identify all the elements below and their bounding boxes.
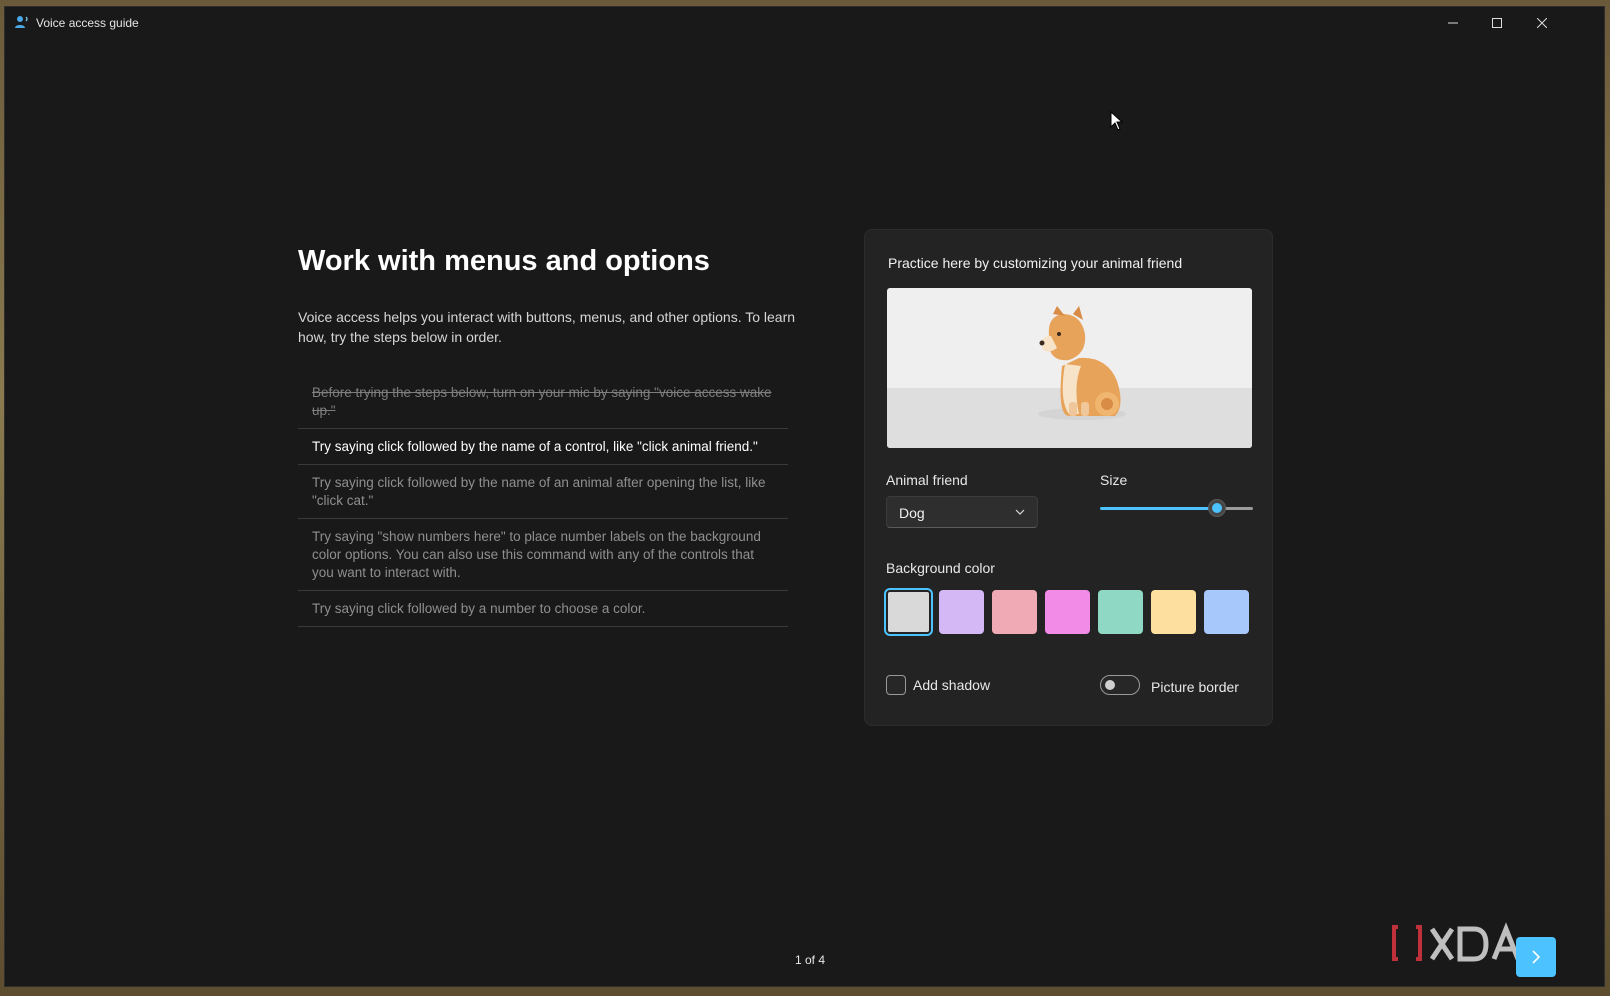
- step-item: Try saying click followed by the name of…: [298, 465, 788, 519]
- close-icon: [1537, 18, 1547, 28]
- step-item: Try saying click followed by the name of…: [298, 429, 788, 465]
- background-color-options: [884, 588, 1249, 636]
- steps-list: Before trying the steps below, turn on y…: [298, 375, 788, 627]
- step-item: Try saying click followed by a number to…: [298, 591, 788, 627]
- add-shadow-checkbox[interactable]: [886, 675, 906, 695]
- voice-access-guide-window: Voice access guide Work with menus and o…: [4, 6, 1605, 987]
- add-shadow-label: Add shadow: [913, 677, 991, 693]
- mouse-pointer-icon: [1110, 111, 1124, 131]
- maximize-button[interactable]: [1474, 7, 1520, 39]
- slider-track-filled: [1100, 507, 1210, 510]
- background-color-swatch[interactable]: [1204, 590, 1249, 634]
- title-bar: Voice access guide: [5, 7, 1604, 39]
- slider-thumb[interactable]: [1208, 499, 1226, 517]
- background-color-swatch[interactable]: [992, 590, 1037, 634]
- picture-border-toggle[interactable]: [1100, 675, 1140, 695]
- background-color-swatch[interactable]: [1098, 590, 1143, 634]
- step-item: Try saying "show numbers here" to place …: [298, 519, 788, 591]
- next-page-button[interactable]: [1516, 937, 1556, 977]
- chevron-right-icon: [1532, 950, 1541, 964]
- minimize-button[interactable]: [1430, 7, 1476, 39]
- animal-friend-value: Dog: [899, 505, 925, 521]
- voice-access-app-icon: [15, 16, 28, 28]
- size-label: Size: [1100, 472, 1128, 488]
- picture-border-label: Picture border: [1151, 679, 1239, 695]
- page-heading: Work with menus and options: [298, 245, 710, 277]
- background-color-swatch[interactable]: [884, 588, 933, 636]
- animal-preview: [887, 288, 1252, 448]
- practice-panel: Practice here by customizing your animal…: [864, 229, 1273, 726]
- main-content: Work with menus and options Voice access…: [5, 39, 1604, 986]
- intro-text: Voice access helps you interact with but…: [298, 309, 796, 345]
- page-indicator: 1 of 4: [794, 953, 826, 967]
- chevron-down-icon: [1015, 509, 1025, 515]
- practice-title: Practice here by customizing your animal…: [888, 255, 1183, 271]
- background-color-label: Background color: [886, 560, 995, 576]
- animal-friend-label: Animal friend: [886, 472, 968, 488]
- dog-illustration: [1038, 306, 1126, 420]
- close-button[interactable]: [1519, 7, 1565, 39]
- maximize-icon: [1492, 18, 1502, 28]
- size-slider[interactable]: [1100, 496, 1253, 520]
- background-color-swatch[interactable]: [939, 590, 984, 634]
- window-title: Voice access guide: [36, 16, 139, 30]
- step-item: Before trying the steps below, turn on y…: [298, 375, 788, 429]
- background-color-swatch[interactable]: [1151, 590, 1196, 634]
- animal-friend-dropdown[interactable]: Dog: [886, 496, 1038, 528]
- background-color-swatch[interactable]: [1045, 590, 1090, 634]
- slider-track-empty: [1224, 507, 1253, 510]
- minimize-icon: [1448, 22, 1458, 24]
